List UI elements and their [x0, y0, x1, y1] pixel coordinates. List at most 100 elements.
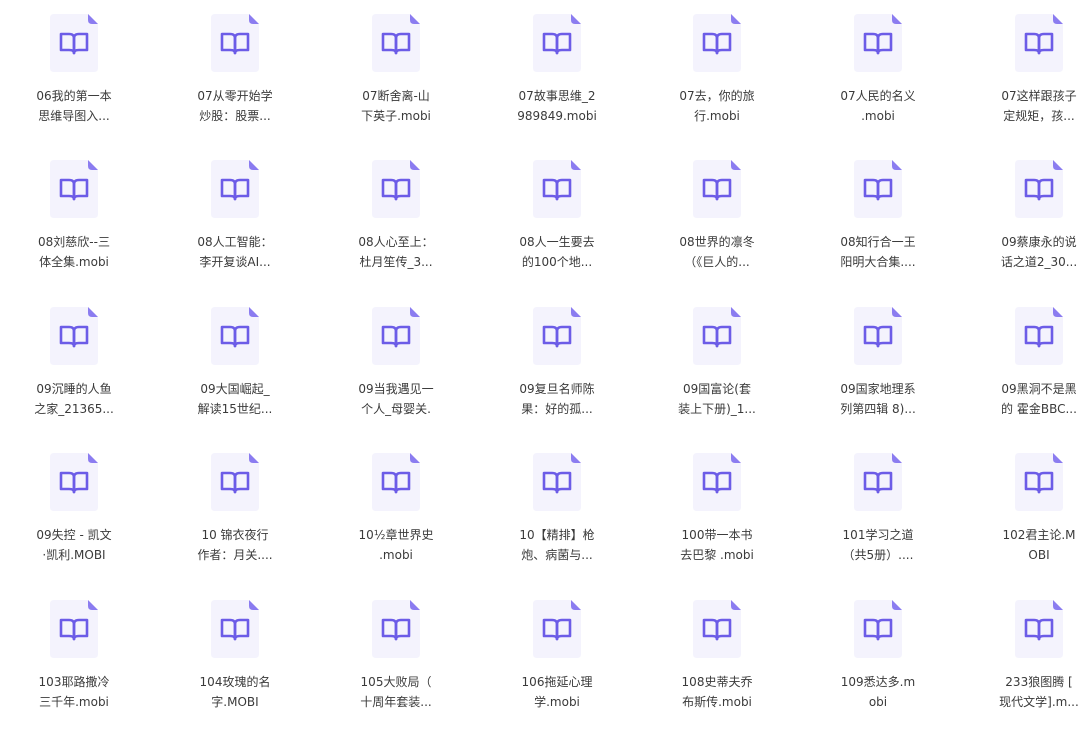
file-name: 07这样跟孩子 定规矩，孩... — [977, 86, 1080, 126]
file-item[interactable]: 08世界的凛冬 （《巨人的... — [655, 146, 785, 286]
file-name: 06我的第一本 思维导图入... — [12, 86, 136, 126]
book-file-icon — [854, 160, 902, 218]
file-name-line-1: 09失控 - 凯文 — [36, 528, 112, 542]
book-file-icon — [533, 453, 581, 511]
file-name-line-1: 108史蒂夫乔 — [681, 675, 753, 689]
book-file-icon — [693, 160, 741, 218]
book-file-icon — [1015, 453, 1063, 511]
file-item[interactable]: 09黑洞不是黑 的 霍金BBC... — [977, 293, 1080, 433]
file-item[interactable]: 09国家地理系 列第四辑 8)... — [816, 293, 946, 433]
file-name-line-1: 08人工智能： — [197, 235, 273, 249]
file-item[interactable]: 105大败局（ 十周年套装... — [334, 586, 464, 726]
file-name: 09国富论(套 装上下册)_1... — [655, 379, 779, 419]
book-file-icon — [854, 307, 902, 365]
file-name-line-1: 08世界的凛冬 — [679, 235, 755, 249]
file-name: 10 锦衣夜行 作者：月关.... — [173, 525, 297, 565]
file-item[interactable]: 07故事思维_2 989849.mobi — [495, 0, 625, 140]
file-name-line-2: OBI — [1028, 548, 1050, 562]
book-file-icon — [211, 307, 259, 365]
file-item[interactable]: 233狼图腾 [ 现代文学].m... — [977, 586, 1080, 726]
file-name-line-2: （《巨人的... — [684, 255, 750, 269]
file-item[interactable]: 09沉睡的人鱼 之家_21365... — [12, 293, 142, 433]
file-name-line-1: 233狼图腾 [ — [1005, 675, 1073, 689]
file-item[interactable]: 06我的第一本 思维导图入... — [12, 0, 142, 140]
file-name-line-2: 炒股：股票... — [199, 109, 271, 123]
file-item[interactable]: 09当我遇见一 个人_母婴关. — [334, 293, 464, 433]
file-item[interactable]: 108史蒂夫乔 布斯传.mobi — [655, 586, 785, 726]
file-item[interactable]: 10【精排】枪 炮、病菌与... — [495, 439, 625, 579]
file-item[interactable]: 103耶路撒冷 三千年.mobi — [12, 586, 142, 726]
file-name-line-2: 行.mobi — [694, 109, 740, 123]
file-name: 10【精排】枪 炮、病菌与... — [495, 525, 619, 565]
file-item[interactable]: 09大国崛起_ 解读15世纪... — [173, 293, 303, 433]
file-name: 101学习之道 （共5册）.... — [816, 525, 940, 565]
file-name-line-2: （共5册）.... — [842, 548, 914, 562]
file-item[interactable]: 07去，你的旅 行.mobi — [655, 0, 785, 140]
file-name: 09国家地理系 列第四辑 8)... — [816, 379, 940, 419]
book-file-icon — [854, 14, 902, 72]
file-name-line-2: 字.MOBI — [211, 695, 259, 709]
file-item[interactable]: 109悉达多.m obi — [816, 586, 946, 726]
book-file-icon — [372, 14, 420, 72]
book-file-icon — [372, 160, 420, 218]
file-name-line-1: 07从零开始学 — [197, 89, 273, 103]
file-item[interactable]: 07人民的名义 .mobi — [816, 0, 946, 140]
book-file-icon — [693, 453, 741, 511]
file-item[interactable]: 101学习之道 （共5册）.... — [816, 439, 946, 579]
file-name-line-1: 09大国崛起_ — [200, 382, 270, 396]
book-file-icon — [211, 600, 259, 658]
file-name-line-2: 十周年套装... — [360, 695, 432, 709]
file-item[interactable]: 10½章世界史 .mobi — [334, 439, 464, 579]
file-name-line-1: 09国家地理系 — [840, 382, 916, 396]
file-name: 08刘慈欣--三 体全集.mobi — [12, 232, 136, 272]
file-name-line-2: 的 霍金BBC... — [1001, 402, 1077, 416]
file-item[interactable]: 106拖延心理 学.mobi — [495, 586, 625, 726]
file-name-line-2: 作者：月关.... — [197, 548, 273, 562]
book-file-icon — [1015, 160, 1063, 218]
file-name: 08世界的凛冬 （《巨人的... — [655, 232, 779, 272]
file-name: 233狼图腾 [ 现代文学].m... — [977, 672, 1080, 712]
file-item[interactable]: 08知行合一王 阳明大合集.... — [816, 146, 946, 286]
file-name-line-2: 解读15世纪... — [197, 402, 273, 416]
file-name-line-1: 104玫瑰的名 — [199, 675, 271, 689]
file-name-line-2: 学.mobi — [534, 695, 580, 709]
file-name-line-2: .mobi — [379, 548, 413, 562]
file-item[interactable]: 08刘慈欣--三 体全集.mobi — [12, 146, 142, 286]
file-item[interactable]: 08人心至上： 杜月笙传_3... — [334, 146, 464, 286]
file-name-line-1: 10½章世界史 — [358, 528, 434, 542]
file-name-line-1: 09黑洞不是黑 — [1001, 382, 1077, 396]
file-item[interactable]: 08人工智能： 李开复谈AI... — [173, 146, 303, 286]
file-item[interactable]: 09蔡康永的说 话之道2_30... — [977, 146, 1080, 286]
file-item[interactable]: 100带一本书 去巴黎 .mobi — [655, 439, 785, 579]
file-item[interactable]: 07从零开始学 炒股：股票... — [173, 0, 303, 140]
file-name-line-2: ·凯利.MOBI — [42, 548, 106, 562]
file-name-line-2: 炮、病菌与... — [521, 548, 593, 562]
file-name: 09当我遇见一 个人_母婴关. — [334, 379, 458, 419]
book-file-icon — [50, 453, 98, 511]
file-name: 10½章世界史 .mobi — [334, 525, 458, 565]
file-name-line-1: 09蔡康永的说 — [1001, 235, 1077, 249]
file-item[interactable]: 102君主论.M OBI — [977, 439, 1080, 579]
file-name-line-2: 个人_母婴关. — [361, 402, 431, 416]
file-name: 09沉睡的人鱼 之家_21365... — [12, 379, 136, 419]
file-name-line-1: 07断舍离-山 — [362, 89, 430, 103]
file-name: 09黑洞不是黑 的 霍金BBC... — [977, 379, 1080, 419]
file-item[interactable]: 07断舍离-山 下英子.mobi — [334, 0, 464, 140]
file-name: 07人民的名义 .mobi — [816, 86, 940, 126]
file-item[interactable]: 09复旦名师陈 果：好的孤... — [495, 293, 625, 433]
file-item[interactable]: 08人一生要去 的100个地... — [495, 146, 625, 286]
book-file-icon — [693, 14, 741, 72]
file-item[interactable]: 09国富论(套 装上下册)_1... — [655, 293, 785, 433]
file-item[interactable]: 07这样跟孩子 定规矩，孩... — [977, 0, 1080, 140]
file-name: 09复旦名师陈 果：好的孤... — [495, 379, 619, 419]
file-name: 08人心至上： 杜月笙传_3... — [334, 232, 458, 272]
file-name: 100带一本书 去巴黎 .mobi — [655, 525, 779, 565]
file-item[interactable]: 09失控 - 凯文 ·凯利.MOBI — [12, 439, 142, 579]
file-name-line-1: 09复旦名师陈 — [519, 382, 595, 396]
book-file-icon — [50, 160, 98, 218]
file-item[interactable]: 104玫瑰的名 字.MOBI — [173, 586, 303, 726]
file-name-line-2: 三千年.mobi — [39, 695, 109, 709]
file-name: 07去，你的旅 行.mobi — [655, 86, 779, 126]
file-item[interactable]: 10 锦衣夜行 作者：月关.... — [173, 439, 303, 579]
file-name-line-1: 06我的第一本 — [36, 89, 112, 103]
